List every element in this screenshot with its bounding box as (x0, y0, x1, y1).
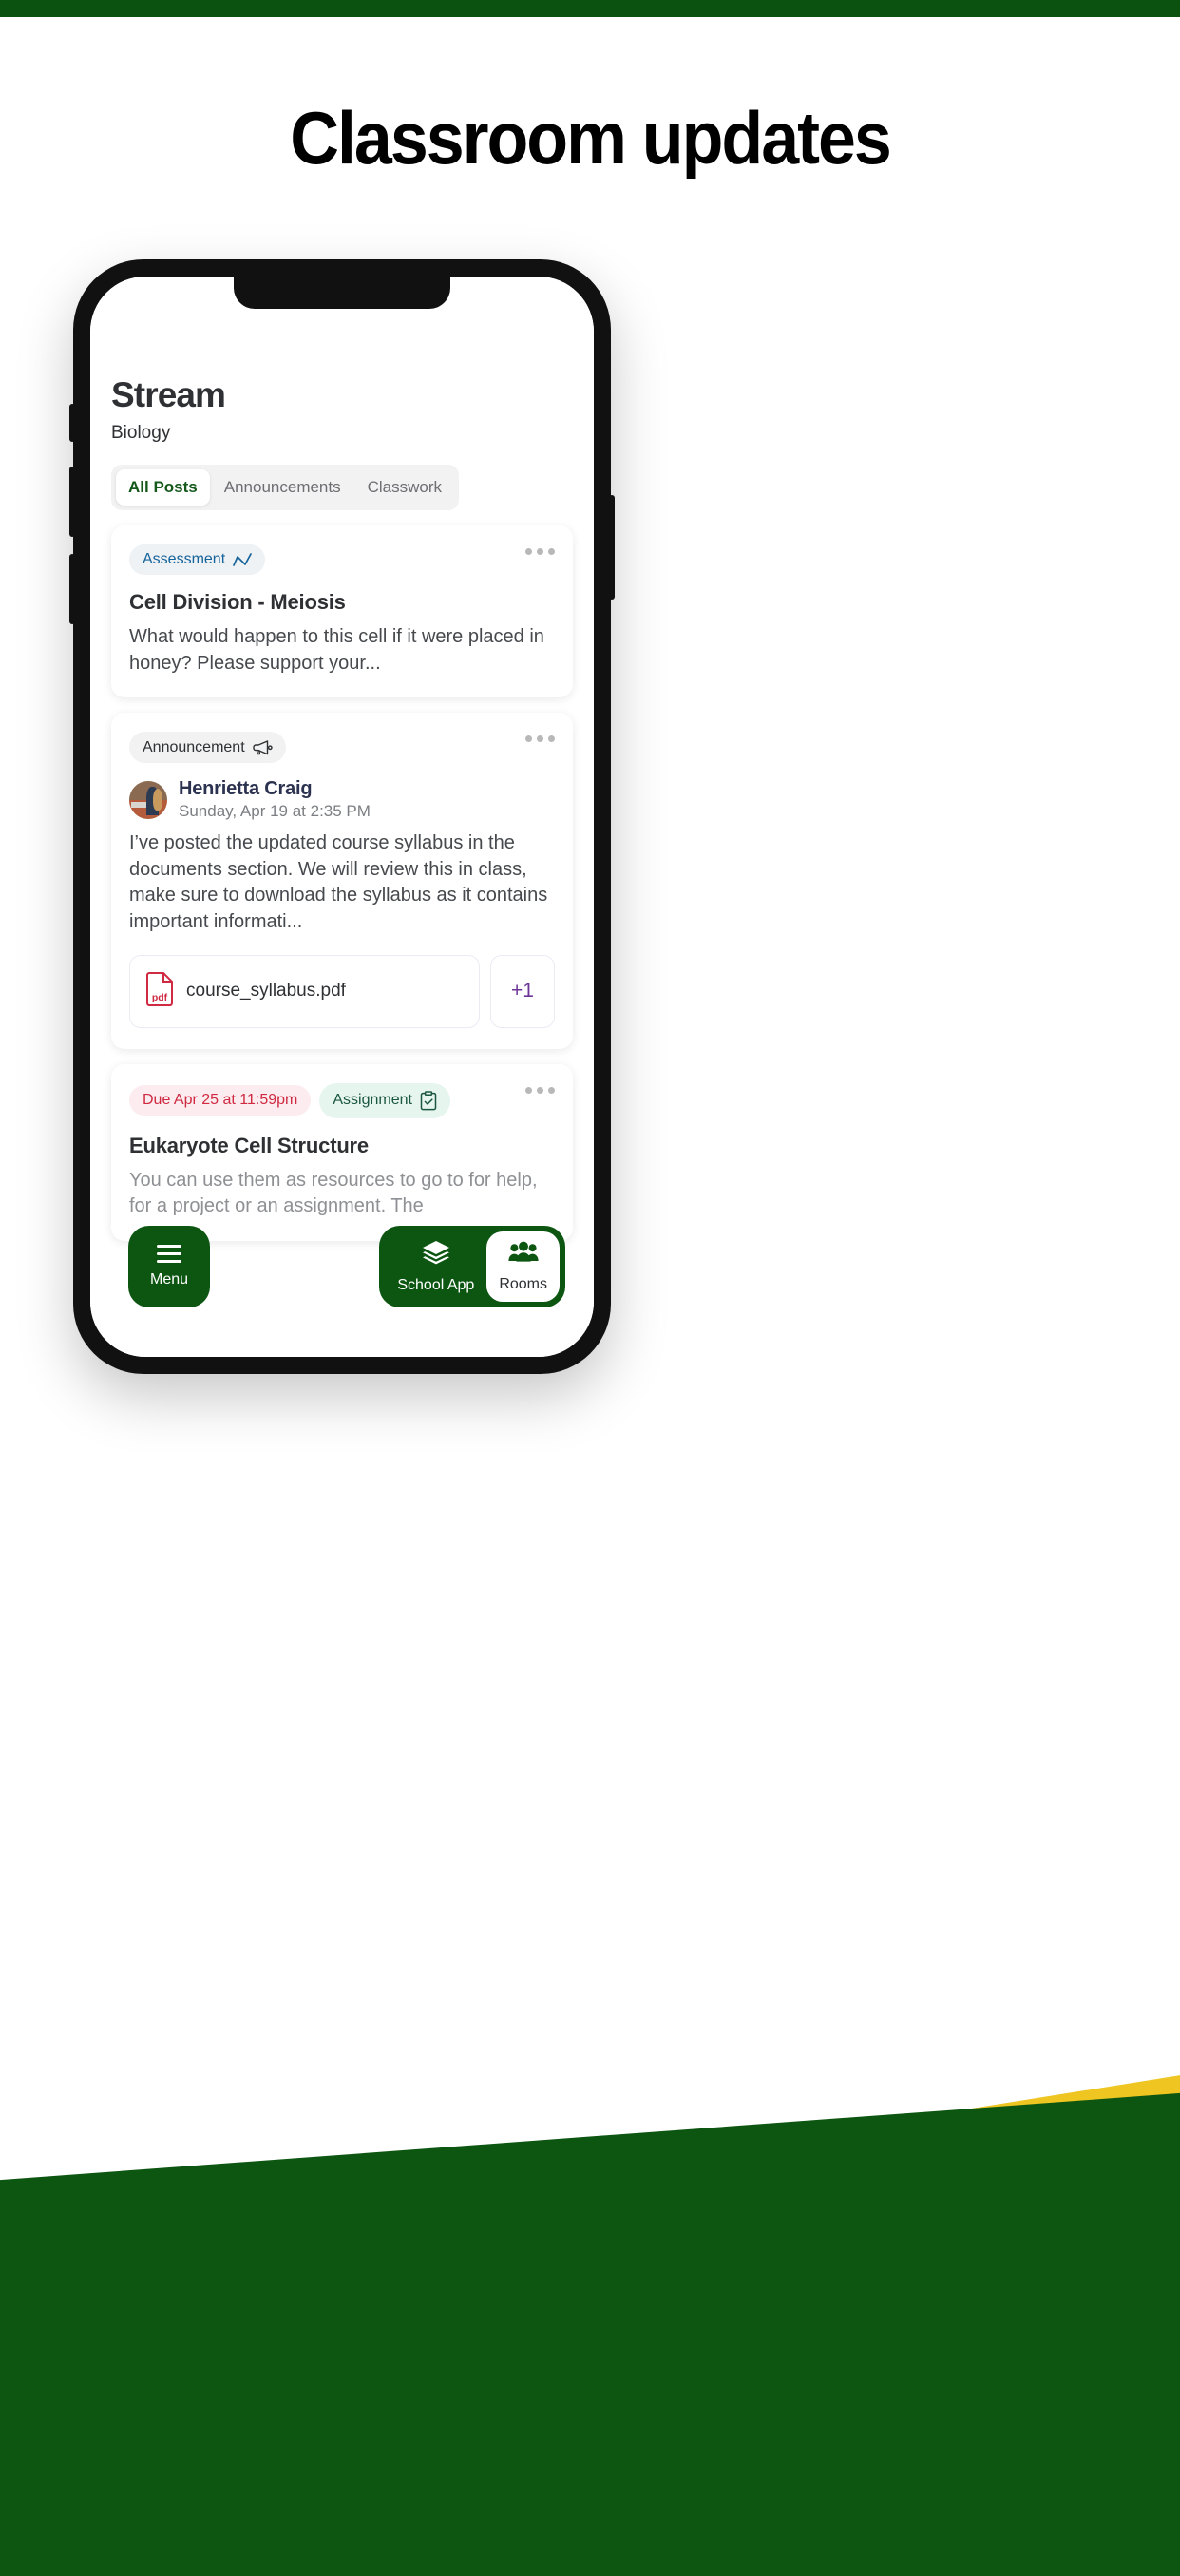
post-author-row: Henrietta Craig Sunday, Apr 19 at 2:35 P… (129, 778, 555, 821)
attachment-more-button[interactable]: +1 (490, 954, 555, 1028)
tab-classwork[interactable]: Classwork (355, 469, 454, 506)
phone-screen: Stream Biology All Posts Announcements C… (90, 277, 594, 1357)
pdf-file-icon: pdf (145, 971, 174, 1011)
post-card-assessment[interactable]: Assessment Cell Division - Meiosis What … (111, 525, 573, 698)
badge-assessment-label: Assessment (143, 551, 226, 567)
post-timestamp: Sunday, Apr 19 at 2:35 PM (179, 802, 371, 821)
clipboard-check-icon (420, 1090, 437, 1111)
phone-volume-down[interactable] (69, 554, 75, 624)
page-subtitle: Biology (111, 423, 171, 443)
post-body: I’ve posted the updated course syllabus … (129, 832, 548, 932)
top-green-bar (0, 0, 1180, 17)
badge-row: Assessment (129, 544, 555, 575)
post-author-name: Henrietta Craig (179, 778, 313, 800)
post-options-icon[interactable] (525, 735, 555, 743)
nav-school-app-label: School App (397, 1276, 475, 1293)
page-title: Stream (111, 375, 226, 414)
phone-notch (234, 277, 450, 309)
post-options-icon[interactable] (525, 1086, 555, 1094)
tab-all-posts[interactable]: All Posts (116, 469, 210, 506)
poster-root: Classroom updates Stream Biology All Pos… (0, 0, 1180, 2576)
attachment-row: pdf course_syllabus.pdf +1 (129, 954, 555, 1028)
trending-chart-icon (233, 552, 252, 567)
badge-announcement-label: Announcement (143, 738, 245, 755)
nav-rooms-label: Rooms (499, 1275, 547, 1292)
nav-item-school-app[interactable]: School App (385, 1231, 486, 1302)
decor-band-green-fill (0, 2357, 1180, 2576)
poster-headline: Classroom updates (290, 96, 892, 180)
phone-mute-switch[interactable] (69, 404, 75, 442)
nav-item-rooms[interactable]: Rooms (486, 1231, 560, 1302)
avatar (129, 780, 167, 819)
layers-icon (422, 1240, 450, 1269)
post-title: Eukaryote Cell Structure (129, 1133, 369, 1157)
badge-assignment: Assignment (319, 1082, 450, 1118)
megaphone-icon (252, 739, 273, 755)
nav-menu-label: Menu (149, 1271, 189, 1288)
post-body: You can use them as resources to go to f… (129, 1169, 538, 1217)
badge-assessment: Assessment (129, 544, 266, 575)
hamburger-icon (157, 1245, 181, 1263)
badge-due-date: Due Apr 25 at 11:59pm (129, 1085, 312, 1116)
post-card-announcement[interactable]: Announcement Henrietta Craig Sunday, Apr… (111, 713, 573, 1049)
nav-menu-button[interactable]: Menu (128, 1226, 210, 1307)
badge-row: Announcement (129, 732, 555, 764)
post-options-icon[interactable] (525, 548, 555, 555)
post-card-assignment[interactable]: Due Apr 25 at 11:59pm Assignment Eukaryo… (111, 1063, 573, 1241)
badge-assignment-label: Assignment (333, 1092, 412, 1109)
post-title: Cell Division - Meiosis (129, 590, 346, 614)
attachment-pdf[interactable]: pdf course_syllabus.pdf (129, 954, 480, 1028)
people-group-icon (508, 1241, 539, 1269)
badge-row: Due Apr 25 at 11:59pm Assignment (129, 1082, 555, 1118)
phone-volume-up[interactable] (69, 467, 75, 537)
svg-text:pdf: pdf (152, 992, 168, 1003)
phone-mockup: Stream Biology All Posts Announcements C… (69, 259, 615, 1374)
phone-power-button[interactable] (609, 495, 615, 600)
tab-announcements[interactable]: Announcements (212, 469, 353, 506)
nav-right-group: School App Rooms (379, 1226, 565, 1307)
attachment-filename: course_syllabus.pdf (186, 981, 346, 1002)
post-body: What would happen to this cell if it wer… (129, 626, 544, 674)
app-viewport: Stream Biology All Posts Announcements C… (90, 277, 594, 1357)
stream-tab-bar: All Posts Announcements Classwork (111, 465, 460, 510)
badge-announcement: Announcement (129, 732, 286, 764)
